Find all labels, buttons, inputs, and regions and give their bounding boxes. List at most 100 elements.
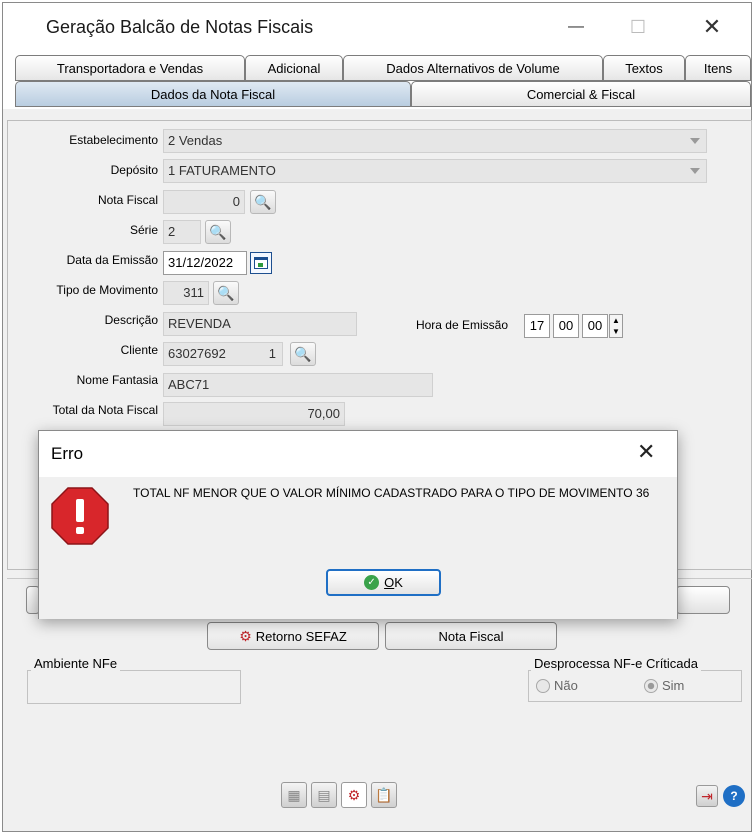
- error-message: TOTAL NF MENOR QUE O VALOR MÍNIMO CADAST…: [133, 486, 650, 500]
- desprocessa-title: Desprocessa NF-e Críticada: [531, 656, 701, 671]
- retorno-sefaz-button[interactable]: ⚙ Retorno SEFAZ: [207, 622, 379, 650]
- printer-icon: ▤: [317, 786, 331, 803]
- tab-dados-nota-fiscal[interactable]: Dados da Nota Fiscal: [15, 81, 411, 107]
- minimize-button[interactable]: —: [553, 11, 599, 43]
- nota-fiscal-field[interactable]: 0: [163, 190, 245, 214]
- tab-adicional[interactable]: Adicional: [245, 55, 343, 81]
- search-icon: 🔍: [294, 345, 312, 362]
- toolbar-button-3[interactable]: ⚙: [341, 782, 367, 808]
- document-icon: ▦: [287, 786, 301, 803]
- estabelecimento-select[interactable]: 2 Vendas: [163, 129, 707, 153]
- help-button[interactable]: ?: [723, 785, 745, 807]
- descricao-field[interactable]: REVENDA: [163, 312, 357, 336]
- estabelecimento-label: Estabelecimento: [69, 133, 158, 147]
- title-bar: Geração Balcão de Notas Fiscais — ☐ ✕: [3, 3, 751, 51]
- close-button[interactable]: ✕: [689, 11, 735, 43]
- serie-search-button[interactable]: 🔍: [205, 220, 231, 244]
- calendar-icon: [254, 257, 268, 269]
- minimize-icon: —: [568, 18, 584, 35]
- total-nota-label: Total da Nota Fiscal: [52, 403, 158, 417]
- radio-nao[interactable]: Não: [536, 678, 578, 693]
- ok-button[interactable]: ✓ OK: [326, 569, 441, 596]
- search-icon: 🔍: [217, 284, 235, 301]
- help-icon: ?: [730, 789, 738, 803]
- clipboard-icon: 📋: [375, 786, 393, 803]
- cliente-number: 1: [268, 346, 276, 361]
- tipo-movimento-search-button[interactable]: 🔍: [213, 281, 239, 305]
- spinner-up-icon: ▲: [612, 316, 620, 325]
- radio-sim-label: Sim: [662, 678, 685, 693]
- hora-hour-field[interactable]: 17: [524, 314, 550, 338]
- tab-label: Transportadora e Vendas: [56, 60, 204, 76]
- error-dialog: Erro ✕ TOTAL NF MENOR QUE O VALOR MÍNIMO…: [38, 430, 678, 619]
- maximize-icon: ☐: [629, 16, 647, 37]
- total-nota-field[interactable]: 70,00: [163, 402, 345, 426]
- tab-label: Textos: [625, 60, 663, 76]
- ambiente-title: Ambiente NFe: [31, 656, 121, 671]
- radio-selected-icon: [644, 678, 658, 693]
- exit-button[interactable]: ⇥: [696, 785, 718, 807]
- data-emissao-field[interactable]: 31/12/2022: [163, 251, 247, 275]
- nome-fantasia-label: Nome Fantasia: [76, 373, 158, 387]
- cliente-code: 63027692: [168, 346, 226, 361]
- tab-label: Itens: [703, 60, 733, 76]
- dialog-title: Erro: [51, 444, 84, 463]
- toolbar-button-4[interactable]: 📋: [371, 782, 397, 808]
- check-icon: ✓: [364, 575, 380, 590]
- tab-textos[interactable]: Textos: [603, 55, 685, 81]
- spinner-down-icon: ▼: [612, 327, 620, 336]
- data-emissao-label: Data da Emissão: [66, 253, 158, 267]
- tab-itens[interactable]: Itens: [685, 55, 751, 81]
- hidden-right-button[interactable]: [676, 586, 730, 614]
- nota-fiscal-label: Nota Fiscal: [97, 193, 158, 207]
- error-stop-icon: [51, 487, 109, 545]
- close-icon: ✕: [637, 439, 656, 464]
- ok-label: OK: [384, 575, 403, 590]
- deposito-label: Depósito: [110, 163, 158, 177]
- serie-field[interactable]: 2: [163, 220, 201, 244]
- maximize-button[interactable]: ☐: [615, 11, 661, 43]
- toolbar-button-1[interactable]: ▦: [281, 782, 307, 808]
- chevron-down-icon: [690, 168, 700, 174]
- tipo-movimento-field[interactable]: 311: [163, 281, 209, 305]
- nota-fiscal-search-button[interactable]: 🔍: [250, 190, 276, 214]
- serie-label: Série: [129, 223, 158, 237]
- search-icon: 🔍: [209, 223, 227, 240]
- hora-spinner[interactable]: ▲ ▼: [609, 314, 623, 338]
- hora-minute-field[interactable]: 00: [553, 314, 579, 338]
- deposito-value: 1 FATURAMENTO: [168, 163, 276, 178]
- tab-label: Dados da Nota Fiscal: [150, 86, 276, 102]
- tab-comercial-fiscal[interactable]: Comercial & Fiscal: [411, 81, 751, 107]
- close-icon: ✕: [702, 14, 722, 39]
- gears-icon: ⚙: [239, 627, 252, 644]
- gears-icon: ⚙: [347, 786, 361, 803]
- toolbar-button-2[interactable]: ▤: [311, 782, 337, 808]
- nome-fantasia-field[interactable]: ABC71: [163, 373, 433, 397]
- tab-label: Dados Alternativos de Volume: [386, 60, 560, 76]
- tab-transportadora[interactable]: Transportadora e Vendas: [15, 55, 245, 81]
- estabelecimento-value: 2 Vendas: [168, 133, 223, 148]
- deposito-select[interactable]: 1 FATURAMENTO: [163, 159, 707, 183]
- search-icon: 🔍: [254, 193, 272, 210]
- ambiente-group: [27, 670, 241, 704]
- nota-fiscal-button[interactable]: Nota Fiscal: [385, 622, 557, 650]
- cliente-field[interactable]: 63027692 1: [163, 342, 283, 366]
- radio-nao-label: Não: [554, 678, 578, 693]
- tipo-movimento-label: Tipo de Movimento: [56, 283, 158, 297]
- radio-icon: [536, 678, 550, 693]
- exit-icon: ⇥: [701, 787, 713, 804]
- descricao-label: Descrição: [104, 313, 158, 327]
- window-title: Geração Balcão de Notas Fiscais: [46, 17, 314, 37]
- cliente-label: Cliente: [120, 343, 158, 357]
- tab-dados-alternativos[interactable]: Dados Alternativos de Volume: [343, 55, 603, 81]
- radio-sim[interactable]: Sim: [644, 678, 684, 693]
- calendar-button[interactable]: [250, 252, 272, 274]
- hora-second-field[interactable]: 00: [582, 314, 608, 338]
- tab-label: Comercial & Fiscal: [526, 86, 636, 102]
- chevron-down-icon: [690, 138, 700, 144]
- cliente-search-button[interactable]: 🔍: [290, 342, 316, 366]
- dialog-body: TOTAL NF MENOR QUE O VALOR MÍNIMO CADAST…: [39, 477, 677, 619]
- dialog-close-button[interactable]: ✕: [637, 439, 655, 465]
- nota-fiscal-button-label: Nota Fiscal: [438, 628, 504, 644]
- tab-strip: Transportadora e Vendas Adicional Dados …: [3, 51, 751, 109]
